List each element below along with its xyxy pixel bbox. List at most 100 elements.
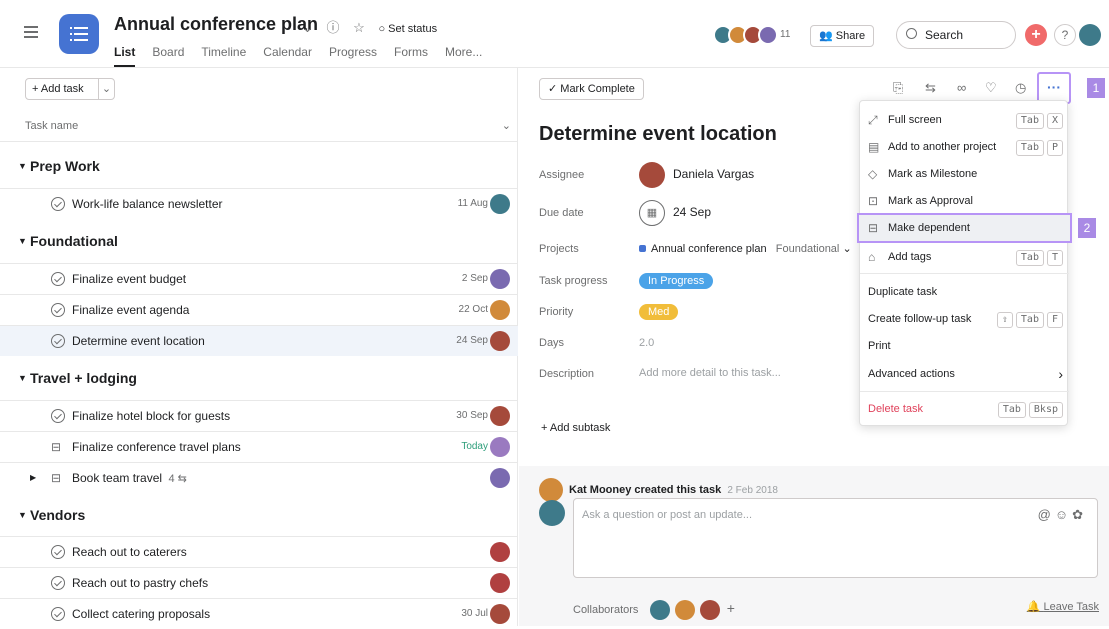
leave-task-button[interactable]: 🔔 Leave Task — [1027, 600, 1099, 613]
task-row[interactable]: Finalize event budget 2 Sep — [0, 263, 518, 294]
user-avatar[interactable] — [1079, 24, 1101, 46]
like-icon[interactable]: ♡ — [985, 80, 997, 96]
task-row[interactable]: Collect catering proposals 30 Jul — [0, 598, 518, 629]
complete-check-icon[interactable] — [51, 334, 65, 348]
menu-item-make-dependent[interactable]: ⊟ Make dependent — [857, 213, 1072, 243]
add-subtask-button[interactable]: + Add subtask — [541, 422, 610, 434]
complete-check-icon[interactable] — [51, 272, 65, 286]
complete-check-icon[interactable] — [51, 409, 65, 423]
project-title[interactable]: Annual conference plan — [114, 14, 318, 35]
task-row[interactable]: Work-life balance newsletter 11 Aug — [0, 188, 518, 219]
task-name-column-header[interactable]: Task name ⌄ — [0, 112, 518, 142]
subtask-count[interactable]: 4 ⇆ — [165, 473, 186, 485]
tab-timeline[interactable]: Timeline — [201, 45, 246, 67]
task-progress-field[interactable]: In Progress — [639, 273, 714, 289]
task-row-selected[interactable]: Determine event location 24 Sep — [0, 325, 518, 356]
menu-item-add-to-project[interactable]: ▤ Add to another project Tab P — [860, 134, 1069, 160]
menu-item-follow-up[interactable]: Create follow-up task ⇧ Tab F — [860, 306, 1069, 332]
menu-item-full-screen[interactable]: ⤢ Full screen Tab X — [860, 107, 1069, 133]
menu-item-advanced-actions[interactable]: Advanced actions › — [860, 361, 1069, 387]
set-status-button[interactable]: ○ Set status — [378, 23, 447, 35]
hamburger-menu-icon[interactable] — [24, 26, 38, 38]
collapse-triangle-icon[interactable]: ▼ — [18, 497, 27, 533]
section-foundational[interactable]: ▼ Foundational — [0, 223, 518, 259]
search-input[interactable]: Search — [896, 21, 1016, 49]
task-due-date[interactable]: 24 Sep — [456, 326, 488, 356]
chevron-down-icon[interactable]: ⌄ — [842, 243, 851, 255]
task-due-date[interactable]: 2 Sep — [462, 264, 488, 294]
quick-add-button[interactable]: + — [1025, 24, 1047, 46]
project-section[interactable]: Foundational — [776, 243, 840, 255]
collapse-triangle-icon[interactable]: ▼ — [18, 148, 27, 184]
comment-input[interactable]: Ask a question or post an update... @☺✿ — [573, 498, 1098, 578]
chevron-down-icon[interactable]: ⌄ — [502, 119, 511, 132]
attachment-icon[interactable]: ⎘ — [893, 80, 903, 96]
menu-item-print[interactable]: Print — [860, 333, 1069, 359]
assignee-avatar[interactable] — [490, 194, 510, 214]
assignee-avatar[interactable] — [490, 406, 510, 426]
star-icon[interactable]: ☆ — [353, 20, 365, 35]
section-vendors[interactable]: ▼ Vendors — [0, 497, 518, 533]
task-due-date[interactable]: 22 Oct — [459, 295, 488, 325]
priority-field[interactable]: Med — [639, 304, 679, 320]
chevron-down-icon[interactable]: ⌄ — [98, 79, 114, 99]
complete-check-icon[interactable] — [51, 576, 65, 590]
task-row[interactable]: Finalize hotel block for guests 30 Sep — [0, 400, 518, 431]
task-due-date[interactable]: Today — [461, 432, 488, 462]
menu-item-duplicate[interactable]: Duplicate task — [860, 279, 1069, 305]
tab-board[interactable]: Board — [152, 45, 184, 67]
add-collaborator-icon[interactable]: + — [727, 600, 735, 616]
tab-more[interactable]: More... — [445, 45, 482, 67]
menu-item-add-tags[interactable]: ⌂ Add tags Tab T — [860, 244, 1069, 270]
description-field[interactable]: Add more detail to this task... — [639, 367, 781, 379]
complete-check-icon[interactable] — [51, 607, 65, 621]
info-icon[interactable]: ⓘ — [327, 20, 340, 35]
assignee-field[interactable]: Daniela Vargas — [639, 162, 754, 188]
avatar[interactable] — [699, 600, 720, 621]
tab-list[interactable]: List — [114, 45, 136, 67]
task-title[interactable]: Determine event location — [539, 123, 777, 146]
tab-forms[interactable]: Forms — [394, 45, 428, 67]
assignee-avatar[interactable] — [490, 437, 510, 457]
task-row[interactable]: Reach out to pastry chefs — [0, 567, 518, 598]
avatar[interactable] — [649, 600, 670, 621]
sticker-icon[interactable]: ✿ — [1072, 507, 1087, 522]
chevron-down-icon[interactable]: ⌄ — [302, 20, 313, 35]
assignee-avatar[interactable] — [490, 542, 510, 562]
avatar[interactable] — [674, 600, 695, 621]
projects-field[interactable]: Annual conference plan Foundational ⌄ — [639, 242, 852, 255]
task-due-date[interactable]: 11 Aug — [458, 189, 488, 219]
menu-item-mark-approval[interactable]: ⊡ Mark as Approval — [860, 188, 1069, 214]
complete-check-icon[interactable] — [51, 197, 65, 211]
menu-item-mark-milestone[interactable]: ◇ Mark as Milestone — [860, 161, 1069, 187]
task-row[interactable]: Reach out to caterers — [0, 536, 518, 567]
days-field[interactable]: 2.0 — [639, 337, 654, 349]
project-name[interactable]: Annual conference plan — [651, 243, 767, 255]
section-prep-work[interactable]: ▼ Prep Work — [0, 148, 518, 184]
task-row[interactable]: Finalize event agenda 22 Oct — [0, 294, 518, 325]
mention-icon[interactable]: @ — [1038, 507, 1055, 522]
collapse-triangle-icon[interactable]: ▼ — [18, 223, 27, 259]
complete-check-icon[interactable] — [51, 545, 65, 559]
mark-complete-button[interactable]: ✓ Mark Complete — [539, 78, 644, 100]
task-due-date[interactable]: 30 Jul — [461, 599, 488, 629]
assignee-avatar[interactable] — [490, 468, 510, 488]
assignee-avatar[interactable] — [490, 604, 510, 624]
collapse-triangle-icon[interactable]: ▼ — [18, 360, 27, 396]
menu-item-delete[interactable]: Delete task Tab Bksp — [860, 396, 1069, 422]
add-task-button[interactable]: + Add task ⌄ — [25, 78, 115, 100]
tab-calendar[interactable]: Calendar — [263, 45, 312, 67]
project-members[interactable]: 11 — [713, 25, 790, 45]
task-row[interactable]: ▶ ⊟ Book team travel 4 ⇆ — [0, 462, 518, 493]
assignee-avatar[interactable] — [490, 573, 510, 593]
share-button[interactable]: 👥 Share — [810, 25, 875, 47]
due-date-field[interactable]: ▦ 24 Sep — [639, 200, 711, 226]
subtask-icon[interactable]: ⇆ — [925, 80, 936, 96]
complete-check-icon[interactable] — [51, 303, 65, 317]
tab-progress[interactable]: Progress — [329, 45, 377, 67]
section-travel-lodging[interactable]: ▼ Travel + lodging — [0, 360, 518, 396]
expand-triangle-icon[interactable]: ▶ — [30, 463, 36, 493]
task-due-date[interactable]: 30 Sep — [456, 401, 488, 431]
assignee-avatar[interactable] — [490, 331, 510, 351]
link-icon[interactable]: ∞ — [957, 80, 966, 95]
